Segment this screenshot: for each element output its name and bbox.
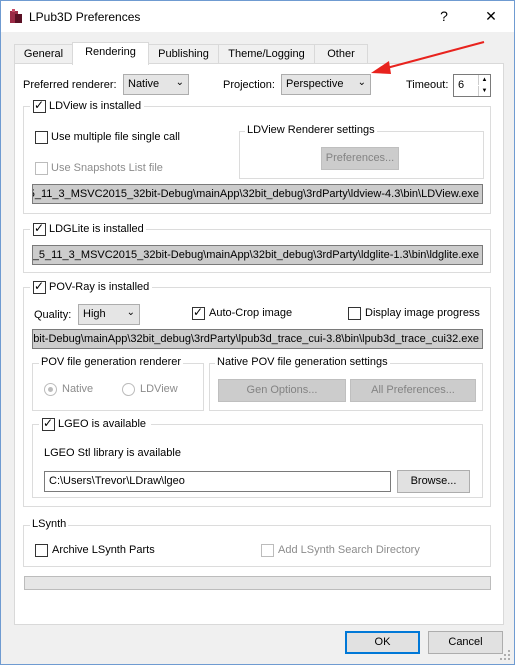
chevron-down-icon: ⌄ xyxy=(357,77,366,88)
title-bar: LPub3D Preferences ? ✕ xyxy=(1,1,514,32)
pov-gen-renderer-group xyxy=(32,363,204,411)
native-radio-label: Native xyxy=(62,383,94,395)
chevron-down-icon: ⌄ xyxy=(175,77,184,88)
lsynth-search-dir-label: Add LSynth Search Directory xyxy=(278,544,420,556)
lpub3d-app-icon xyxy=(10,9,22,23)
all-preferences-button[interactable]: All Preferences... xyxy=(350,379,476,402)
ldglite-path-text: _5_11_3_MSVC2015_32bit-Debug\mainApp\32b… xyxy=(32,249,479,261)
ldview-radio[interactable] xyxy=(122,383,135,396)
multi-file-checkbox[interactable] xyxy=(35,131,48,144)
ldview-installed-label: LDView is installed xyxy=(49,100,142,112)
tab-general[interactable]: General xyxy=(14,44,73,64)
quality-select[interactable]: High ⌄ xyxy=(78,304,140,325)
display-progress-checkbox[interactable] xyxy=(348,307,361,320)
lgeo-available-label: LGEO is available xyxy=(58,418,147,430)
ldview-path-text: 5_11_3_MSVC2015_32bit-Debug\mainApp\32bi… xyxy=(32,188,479,200)
quality-value: High xyxy=(83,308,106,320)
ldglite-installed-checkbox[interactable] xyxy=(33,221,46,236)
projection-value: Perspective xyxy=(286,78,344,90)
close-icon: ✕ xyxy=(485,8,497,24)
ok-button[interactable]: OK xyxy=(345,631,420,654)
spin-down-icon[interactable]: ▼ xyxy=(478,86,490,96)
ldview-radio-label: LDView xyxy=(140,383,178,395)
projection-label: Projection: xyxy=(223,79,275,91)
lsynth-group-label: LSynth xyxy=(30,518,69,530)
spin-up-icon[interactable]: ▲ xyxy=(478,75,490,85)
preferences-window: LPub3D Preferences ? ✕ General Rendering… xyxy=(0,0,515,665)
native-radio[interactable] xyxy=(44,383,57,396)
tab-other[interactable]: Other xyxy=(314,44,368,64)
ldview-renderer-settings-label: LDView Renderer settings xyxy=(245,124,377,136)
lgeo-available-checkbox[interactable] xyxy=(42,416,55,431)
preferred-renderer-select[interactable]: Native ⌄ xyxy=(123,74,189,95)
pov-gen-renderer-label: POV file generation renderer xyxy=(39,356,184,368)
progress-bar xyxy=(24,576,491,590)
autocrop-checkbox[interactable] xyxy=(192,305,205,320)
ldglite-installed-label: LDGLite is installed xyxy=(49,223,144,235)
ldview-preferences-button[interactable]: Preferences... xyxy=(321,147,399,170)
tab-rendering[interactable]: Rendering xyxy=(72,42,149,65)
povray-installed-checkbox[interactable] xyxy=(33,279,46,294)
snapshots-list-checkbox[interactable] xyxy=(35,162,48,175)
help-button[interactable]: ? xyxy=(421,1,467,32)
red-arrow-annotation xyxy=(371,41,485,74)
native-pov-settings-label: Native POV file generation settings xyxy=(215,356,390,368)
tab-theme-logging[interactable]: Theme/Logging xyxy=(218,44,315,64)
multi-file-label: Use multiple file single call xyxy=(51,131,180,143)
quality-label: Quality: xyxy=(34,309,72,321)
lgeo-path-input[interactable]: C:\Users\Trevor\LDraw\lgeo xyxy=(44,471,391,492)
resize-grip-icon[interactable] xyxy=(499,649,511,661)
tab-publishing[interactable]: Publishing xyxy=(148,44,219,64)
timeout-label: Timeout: xyxy=(406,79,449,91)
autocrop-label: Auto-Crop image xyxy=(209,307,293,319)
cancel-button[interactable]: Cancel xyxy=(428,631,503,654)
close-button[interactable]: ✕ xyxy=(468,1,514,32)
povray-path-text: bit-Debug\mainApp\32bit_debug\3rdParty\l… xyxy=(33,333,479,345)
browse-button[interactable]: Browse... xyxy=(397,470,470,493)
window-title: LPub3D Preferences xyxy=(29,10,141,24)
archive-lsynth-checkbox[interactable] xyxy=(35,544,48,557)
display-progress-label: Display image progress xyxy=(365,307,480,319)
preferred-renderer-value: Native xyxy=(128,78,160,90)
preferred-renderer-label: Preferred renderer: xyxy=(23,79,117,91)
ldglite-path-field[interactable]: _5_11_3_MSVC2015_32bit-Debug\mainApp\32b… xyxy=(32,245,483,265)
povray-path-field[interactable]: bit-Debug\mainApp\32bit_debug\3rdParty\l… xyxy=(32,329,483,349)
timeout-value: 6 xyxy=(458,79,465,91)
ldview-installed-checkbox[interactable] xyxy=(33,98,46,113)
lgeo-stl-label: LGEO Stl library is available xyxy=(44,447,181,459)
gen-options-button[interactable]: Gen Options... xyxy=(218,379,346,402)
chevron-down-icon: ⌄ xyxy=(126,307,135,318)
lsynth-search-dir-checkbox[interactable] xyxy=(261,544,274,557)
ldview-path-field[interactable]: 5_11_3_MSVC2015_32bit-Debug\mainApp\32bi… xyxy=(32,184,483,204)
lgeo-path-text: C:\Users\Trevor\LDraw\lgeo xyxy=(49,475,185,487)
projection-select[interactable]: Perspective ⌄ xyxy=(281,74,371,95)
archive-lsynth-label: Archive LSynth Parts xyxy=(52,544,155,556)
snapshots-list-label: Use Snapshots List file xyxy=(51,162,163,174)
timeout-spinbox[interactable]: 6 ▲ ▼ xyxy=(453,74,491,97)
povray-installed-label: POV-Ray is installed xyxy=(49,281,150,293)
